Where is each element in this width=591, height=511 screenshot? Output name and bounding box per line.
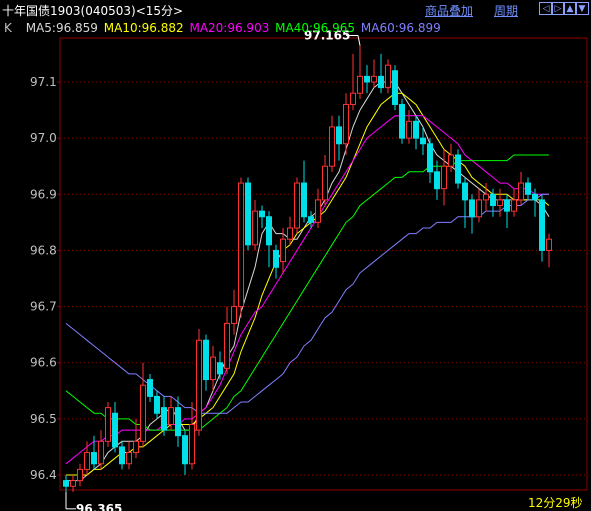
candle-body-down (420, 137, 426, 145)
candle-body-up (70, 480, 76, 487)
candle-body-up (238, 182, 244, 308)
candle-body-up (371, 75, 377, 83)
candle-body-up (441, 165, 447, 190)
candle-body-up (546, 238, 552, 251)
candle-body-up (329, 126, 335, 167)
candle-body-down (245, 182, 251, 246)
ma-legend: K MA5:96.859 MA10:96.882 MA20:96.903 MA4… (4, 21, 443, 36)
candle-body-down (434, 171, 440, 190)
candle-body-up (140, 384, 146, 442)
ma-line-ma5 (66, 81, 550, 482)
top-bar: 十年国债1903(040503)<15分> 商品叠加 周期 ◁ ▷ ▲ ▼ (0, 0, 591, 20)
y-tick-label: 96.4 (30, 468, 57, 482)
candle-body-down (91, 452, 97, 465)
candle-body-up (511, 199, 517, 212)
candle-body-down (301, 182, 307, 218)
kline-label: K (4, 21, 12, 35)
candle-body-down (259, 210, 265, 218)
candle-body-up (168, 407, 174, 425)
candle-body-down (154, 395, 160, 414)
ma-line-ma40 (65, 154, 549, 431)
candle-body-up (84, 452, 90, 470)
candle-body-up (518, 182, 524, 201)
candle-body-down (539, 199, 545, 251)
ma-line-ma20 (65, 115, 549, 465)
candle-body-down (469, 199, 475, 218)
candle-body-down (175, 407, 181, 437)
candle-body-up (448, 154, 454, 167)
candle-body-down (525, 182, 531, 195)
candle-body-up (350, 92, 356, 105)
candle-body-down (161, 407, 167, 431)
candle-body-up (287, 227, 293, 240)
candle-body-down (266, 216, 272, 246)
candle-body-down (112, 412, 118, 448)
min-price-label: 96.365 (76, 502, 122, 511)
legend-ma10: MA10:96.882 (103, 21, 184, 35)
candle-body-down (532, 193, 538, 201)
candle-body-down (119, 446, 125, 465)
candle-body-down (399, 103, 405, 139)
candle-body-up (196, 339, 202, 431)
candle-body-down (413, 120, 419, 139)
price-chart[interactable]: 97.197.096.996.896.796.696.596.497.16596… (0, 0, 591, 511)
candle-body-up (322, 165, 328, 201)
legend-ma20: MA20:96.903 (189, 21, 270, 35)
candle-body-down (427, 143, 433, 173)
overlay-commodity-link[interactable]: 商品叠加 (425, 2, 473, 19)
y-tick-label: 96.8 (30, 243, 57, 257)
candle-body-up (189, 423, 195, 465)
candle-body-down (455, 154, 461, 184)
candle-body-up (252, 210, 258, 246)
plot-frame (59, 37, 588, 491)
candle-body-up (98, 440, 104, 465)
candle-body-down (378, 75, 384, 89)
candle-body-down (217, 362, 223, 375)
candle-body-up (357, 75, 363, 94)
candle-body-down (63, 480, 69, 487)
legend-ma60: MA60:96.899 (360, 21, 441, 35)
candle-body-up (133, 440, 139, 454)
candle-body-up (210, 356, 216, 381)
y-tick-label: 96.6 (30, 356, 57, 370)
candle-body-down (203, 339, 209, 381)
candle-body-up (126, 452, 132, 465)
legend-ma5: MA5:96.859 (25, 21, 98, 35)
candle-body-down (504, 199, 510, 212)
candle-body-down (490, 193, 496, 207)
candle-body-up (483, 193, 489, 201)
candle-body-up (77, 468, 83, 482)
candle-body-up (385, 64, 391, 89)
candle-body-down (273, 249, 279, 268)
candle-body-up (497, 199, 503, 207)
candle-body-up (231, 306, 237, 324)
ma-line-ma60 (65, 193, 549, 414)
y-tick-label: 96.5 (30, 412, 57, 426)
candle-body-down (364, 75, 370, 83)
period-link[interactable]: 周期 (494, 2, 518, 19)
candle-body-up (476, 199, 482, 218)
candle-body-down (462, 182, 468, 201)
y-tick-label: 96.9 (30, 187, 57, 201)
candle-body-down (392, 70, 398, 105)
y-tick-label: 97.0 (30, 131, 57, 145)
candle-body-up (105, 407, 111, 442)
candle-body-down (308, 216, 314, 223)
candle-body-down (336, 126, 342, 145)
candle-body-down (147, 379, 153, 397)
y-tick-label: 97.1 (30, 75, 57, 89)
candle-body-up (280, 238, 286, 263)
candle-body-up (315, 199, 321, 223)
y-tick-label: 96.7 (30, 300, 57, 314)
candle-body-up (224, 322, 230, 369)
candle-body-up (406, 120, 412, 139)
legend-ma40: MA40:96.965 (275, 21, 356, 35)
zoom-out-icon[interactable]: ▼ (575, 2, 589, 15)
candle-body-down (182, 435, 188, 465)
instrument-title: 十年国债1903(040503)<15分> (2, 4, 184, 18)
candle-body-up (343, 103, 349, 145)
countdown-timer: 12分29秒 (528, 496, 583, 510)
max-pointer-tip (357, 35, 361, 46)
candle-body-up (294, 182, 300, 229)
